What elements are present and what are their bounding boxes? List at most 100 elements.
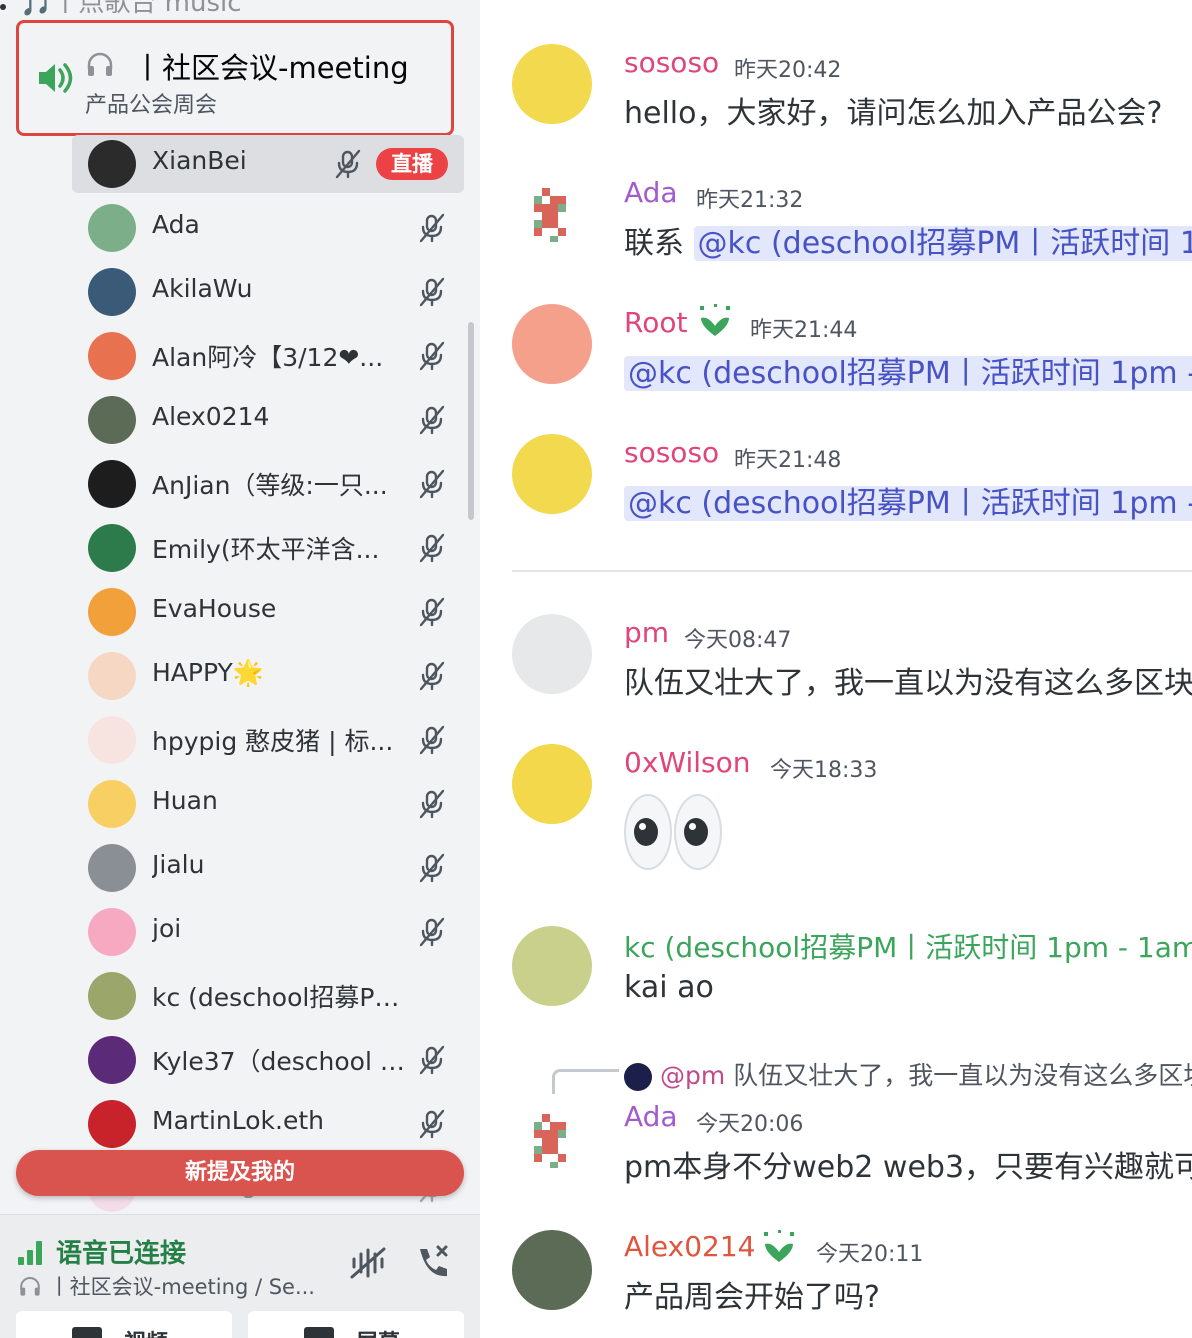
mute-mic-icon [419,405,445,435]
voice-channel-label: 丨社区会议-meeting / Se... [48,1275,315,1299]
avatar[interactable] [512,1100,592,1180]
muted-status [418,469,446,503]
voice-member[interactable]: HAPPY🌟 [72,647,464,705]
member-name: XianBei [152,146,247,175]
message-text: @kc (deschool招募PM丨活跃时间 1pm - 1am) [624,478,1192,522]
voice-member[interactable]: joi [72,903,464,961]
message-author[interactable]: Ada [624,1100,678,1133]
muted-status [418,853,446,887]
voice-member[interactable]: XianBei 直播 [72,135,464,193]
new-day-divider [512,570,1192,572]
avatar [88,460,136,508]
mute-mic-icon [419,661,445,691]
message-text: 队伍又壮大了，我一直以为没有这么多区块链产品经理 [624,666,1192,701]
video-button-label: 视频 [124,1325,168,1338]
reply-connector [552,1069,619,1094]
voice-member[interactable]: Alan阿冷【3/12❤... [72,327,464,385]
avatar[interactable] [512,44,592,124]
reply-author[interactable]: @pm [660,1061,725,1090]
avatar [88,268,136,316]
message-text: pm本身不分web2 web3，只要有兴趣就可以 [624,1150,1192,1185]
avatar[interactable] [512,174,592,254]
avatar[interactable] [512,614,592,694]
avatar[interactable] [512,1230,592,1310]
message-author[interactable]: Ada [624,176,678,209]
message-author[interactable]: pm [624,616,669,649]
avatar [88,844,136,892]
voice-member[interactable]: MartinLok.eth [72,1095,464,1153]
message-timestamp: 昨天21:44 [750,318,858,343]
member-name: Alex0214 [152,402,270,431]
channel-topic: 产品公会周会 [85,93,218,118]
mute-mic-icon [419,469,445,499]
message-author[interactable]: Root [624,306,687,339]
muted-status [418,917,446,951]
avatar[interactable] [512,744,592,824]
reply-preview[interactable]: @pm 队伍又壮大了，我一直以为没有这么多区块链产品经理 [624,1056,1192,1092]
voice-member[interactable]: AnJian（等级:一只... [72,455,464,513]
voice-status-label[interactable]: 语音已连接 [56,1233,186,1270]
voice-member[interactable]: EvaHouse [72,583,464,641]
live-badge[interactable]: 直播 [376,148,448,180]
eyes-emoji[interactable]: 👀 [624,794,724,870]
member-name: joi [152,914,182,943]
voice-member[interactable]: Emily(环太平洋含... [72,519,464,577]
member-name: Jialu [152,850,205,879]
mute-mic-icon [419,341,445,371]
member-name: Emily(环太平洋含... [152,535,380,564]
user-mention[interactable]: @kc (deschool招募PM丨活跃时间 1pm - 1am) [624,486,1192,521]
avatar[interactable] [512,926,592,1006]
screen-share-button[interactable]: 屏幕 [248,1311,464,1338]
message-text: hello，大家好，请问怎么加入产品公会? [624,96,1163,131]
member-name: AkilaWu [152,274,253,303]
message-text: kai ao [624,970,714,1005]
user-mention[interactable]: @kc (deschool招募PM丨活跃时间 1pm - 1am) [693,226,1192,261]
message-author[interactable]: sososo [624,436,719,469]
pupil [684,818,708,846]
muted-status [418,789,446,823]
right-eye-icon [674,794,722,870]
disconnect-call-icon[interactable] [412,1243,452,1283]
sidebar-scrollbar[interactable] [468,322,474,520]
message-text: 联系 @kc (deschool招募PM丨活跃时间 1pm - 1am) [624,218,1192,262]
voice-member[interactable]: AkilaWu [72,263,464,321]
voice-channel-meeting[interactable]: 丨社区会议-meeting 产品公会周会 [16,20,454,136]
member-name: Kyle37（deschool v... [152,1047,408,1076]
voice-member[interactable]: Huan [72,775,464,833]
avatar[interactable] [512,304,592,384]
message-author[interactable]: 0xWilson [624,746,750,779]
avatar [88,908,136,956]
chat-panel: sososo 昨天20:42 hello，大家好，请问怎么加入产品公会? Ada… [480,0,1192,1338]
nitro-boost-icon [764,1230,794,1262]
collapse-dot-icon [0,4,6,10]
mute-mic-icon [419,1045,445,1075]
avatar [88,1100,136,1148]
voice-connection-panel: 语音已连接 丨社区会议-meeting / Se... [0,1214,480,1338]
voice-member[interactable]: kc (deschool招募PM | ... [72,967,464,1025]
video-button[interactable]: 视频 [16,1311,232,1338]
voice-member[interactable]: Alex0214 [72,391,464,449]
message-author[interactable]: Alex0214 [624,1230,756,1263]
message-author[interactable]: kc (deschool招募PM丨活跃时间 1pm - 1am) [624,926,1192,966]
voice-member[interactable]: Ada [72,199,464,257]
muted-status [418,213,446,247]
voice-member[interactable]: Kyle37（deschool v... [72,1031,464,1089]
channel-item-music[interactable]: 🎵丨点歌台 music [0,0,480,18]
avatar[interactable] [512,434,592,514]
voice-channel-path[interactable]: 丨社区会议-meeting / Se... [18,1271,315,1301]
channel-sidebar: 🎵丨点歌台 music 丨社区会议-meeting 产品公会周会 XianBei… [0,0,480,1338]
voice-member[interactable]: hpypig 憨皮猪 | 标... [72,711,464,769]
new-mentions-button[interactable]: 新提及我的 [16,1150,464,1196]
noise-suppression-icon[interactable] [348,1245,388,1281]
member-name: HAPPY🌟 [152,658,264,687]
message-author[interactable]: sososo [624,46,719,79]
muted-status [418,1109,446,1143]
camera-icon [72,1327,102,1338]
voice-member[interactable]: Jialu [72,839,464,897]
muted-status [418,1045,446,1079]
user-mention[interactable]: @kc (deschool招募PM丨活跃时间 1pm - 1am) [624,356,1192,391]
member-name: hpypig 憨皮猪 | 标... [152,727,394,756]
channel-item-label: 🎵丨点歌台 music [20,0,242,18]
muted-status [418,533,446,567]
muted-status [418,725,446,759]
